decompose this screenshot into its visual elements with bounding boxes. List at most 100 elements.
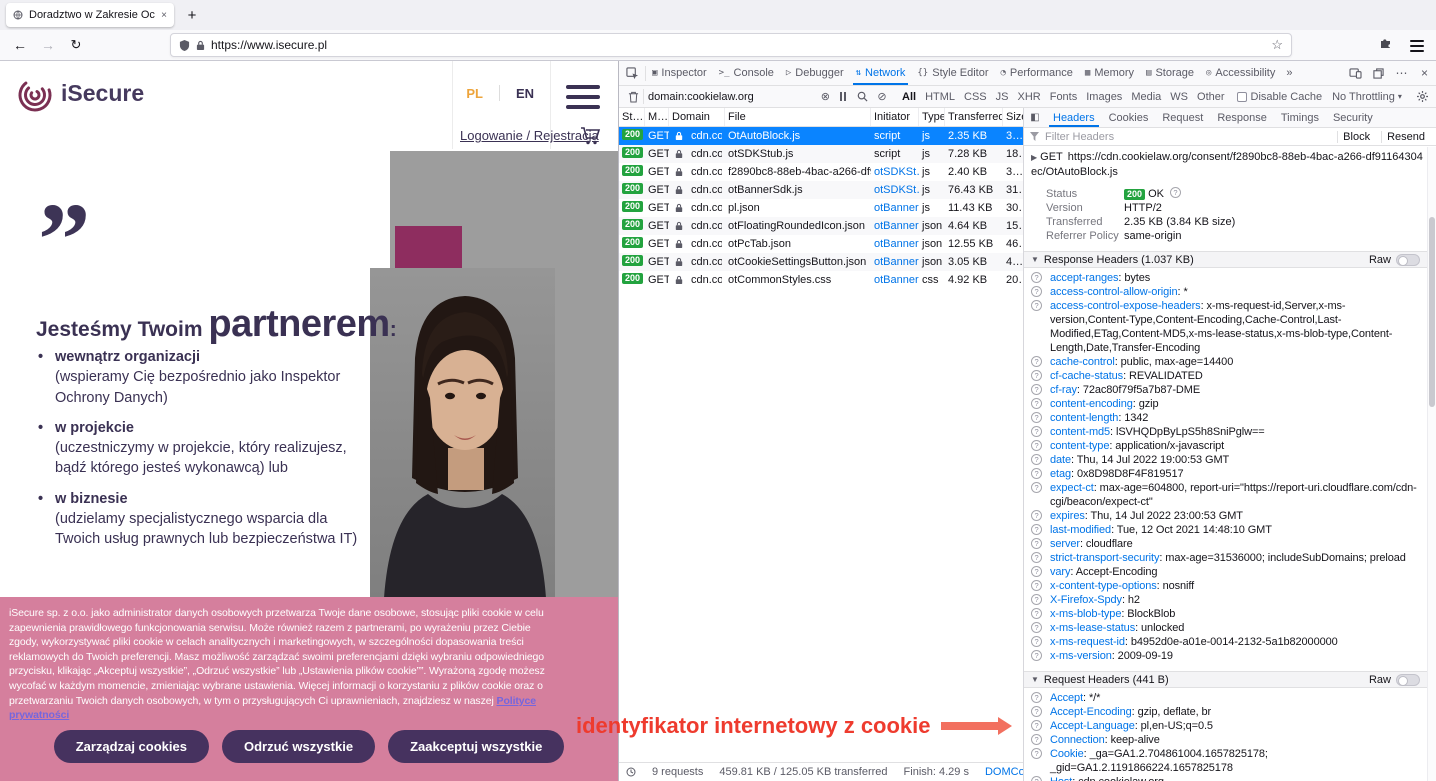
help-icon[interactable]: ? bbox=[1031, 734, 1042, 745]
throttling-select[interactable]: No Throttling ▾ bbox=[1332, 91, 1402, 103]
help-icon[interactable]: ? bbox=[1031, 482, 1042, 493]
devtools-panel-tab[interactable]: ▤ Storage bbox=[1140, 61, 1200, 85]
split-panel-icon[interactable]: ◧ bbox=[1024, 112, 1046, 123]
header-row[interactable]: ?Hostcdn.cookielaw.org bbox=[1024, 775, 1427, 781]
help-icon[interactable]: ? bbox=[1031, 426, 1042, 437]
column-header[interactable]: Size bbox=[1003, 108, 1023, 126]
forward-button[interactable]: → bbox=[36, 33, 60, 57]
header-row[interactable]: ?x-ms-lease-statusunlocked bbox=[1024, 621, 1427, 635]
help-icon[interactable]: ? bbox=[1031, 440, 1042, 451]
header-row[interactable]: ?x-ms-request-idb4952d0e-a01e-0014-2132-… bbox=[1024, 635, 1427, 649]
lang-pl-button[interactable]: PL bbox=[466, 86, 483, 101]
collapse-triangle-icon[interactable]: ▼ bbox=[1031, 675, 1039, 684]
devtools-close-icon[interactable]: × bbox=[1413, 66, 1436, 80]
url-text[interactable]: https://www.isecure.pl bbox=[211, 38, 1265, 52]
help-icon[interactable]: ? bbox=[1031, 748, 1042, 759]
header-row[interactable]: ?content-md5lSVHQDpByLpS5h8SniPglw== bbox=[1024, 425, 1427, 439]
header-row[interactable]: ?cache-controlpublic, max-age=14400 bbox=[1024, 355, 1427, 369]
request-row[interactable]: 200 GET cdn.co… otCookieSettingsButton.j… bbox=[619, 253, 1023, 271]
help-icon[interactable]: ? bbox=[1031, 510, 1042, 521]
header-row[interactable]: ?Accept-Encodinggzip, deflate, br bbox=[1024, 705, 1427, 719]
header-row[interactable]: ?content-encodinggzip bbox=[1024, 397, 1427, 411]
devtools-panel-tab[interactable]: ◔ Performance bbox=[994, 61, 1078, 85]
help-icon[interactable]: ? bbox=[1031, 622, 1042, 633]
column-header[interactable]: Type bbox=[919, 108, 945, 126]
help-icon[interactable]: ? bbox=[1031, 398, 1042, 409]
details-tab[interactable]: Headers bbox=[1046, 108, 1102, 127]
column-header[interactable]: Initiator bbox=[871, 108, 919, 126]
checkbox-icon[interactable] bbox=[1237, 92, 1247, 102]
type-filter-button[interactable]: Media bbox=[1127, 90, 1165, 104]
devtools-panel-tab[interactable]: ▷ Debugger bbox=[780, 61, 850, 85]
block-button[interactable]: Block bbox=[1337, 131, 1375, 143]
header-row[interactable]: ?content-length1342 bbox=[1024, 411, 1427, 425]
header-row[interactable]: ?varyAccept-Encoding bbox=[1024, 565, 1427, 579]
header-row[interactable]: ?x-content-type-optionsnosniff bbox=[1024, 579, 1427, 593]
pause-recording-icon[interactable] bbox=[834, 92, 852, 101]
help-icon[interactable]: ? bbox=[1031, 272, 1042, 283]
header-row[interactable]: ?Connectionkeep-alive bbox=[1024, 733, 1427, 747]
new-tab-button[interactable]: + bbox=[180, 3, 204, 27]
header-row[interactable]: ?x-ms-blob-typeBlockBlob bbox=[1024, 607, 1427, 621]
header-row[interactable]: ?expect-ctmax-age=604800, report-uri="ht… bbox=[1024, 481, 1427, 509]
scrollbar[interactable] bbox=[1427, 147, 1436, 781]
help-icon[interactable]: ? bbox=[1031, 776, 1042, 781]
reload-button[interactable]: ↻ bbox=[64, 33, 88, 57]
column-header[interactable]: File bbox=[725, 108, 871, 126]
request-row[interactable]: 200 GET cdn.co… otSDKStub.js script js 7… bbox=[619, 145, 1023, 163]
help-icon[interactable]: ? bbox=[1031, 412, 1042, 423]
tracking-protection-shield-icon[interactable] bbox=[179, 39, 190, 52]
column-header[interactable]: Domain bbox=[669, 108, 725, 126]
clear-requests-icon[interactable] bbox=[623, 91, 643, 103]
site-menu-button[interactable] bbox=[566, 85, 600, 115]
request-row[interactable]: 200 GET cdn.co… OtAutoBlock.js script js… bbox=[619, 127, 1023, 145]
lang-en-button[interactable]: EN bbox=[516, 86, 534, 101]
header-row[interactable]: ?Accept-Languagepl,en-US;q=0.5 bbox=[1024, 719, 1427, 733]
header-row[interactable]: ?X-Firefox-Spdyh2 bbox=[1024, 593, 1427, 607]
tab-close-icon[interactable]: × bbox=[161, 10, 167, 21]
network-settings-gear-icon[interactable] bbox=[1412, 91, 1432, 102]
type-filter-button[interactable]: HTML bbox=[921, 90, 959, 104]
column-header[interactable]: Transferred bbox=[945, 108, 1003, 126]
devtools-panel-tab[interactable]: {} Style Editor bbox=[911, 61, 994, 85]
filter-headers-input[interactable]: Filter Headers bbox=[1045, 131, 1331, 143]
request-headers-section[interactable]: ▼ Request Headers (441 B) Raw bbox=[1024, 671, 1427, 688]
help-icon[interactable]: ? bbox=[1031, 370, 1042, 381]
request-row[interactable]: 200 GET cdn.co… otFloatingRoundedIcon.js… bbox=[619, 217, 1023, 235]
help-icon[interactable]: ? bbox=[1031, 524, 1042, 535]
help-icon[interactable]: ? bbox=[1031, 356, 1042, 367]
request-filter-value[interactable]: domain:cookielaw.org bbox=[648, 91, 816, 103]
help-icon[interactable]: ? bbox=[1031, 454, 1042, 465]
separate-window-icon[interactable] bbox=[1367, 68, 1390, 79]
help-icon[interactable]: ? bbox=[1031, 552, 1042, 563]
devtools-panel-tab[interactable]: ▣ Inspector bbox=[646, 61, 713, 85]
cookie-consent-button[interactable]: Zarządzaj cookies bbox=[54, 730, 209, 763]
help-icon[interactable]: ? bbox=[1031, 538, 1042, 549]
help-icon[interactable]: ? bbox=[1031, 286, 1042, 297]
cookie-consent-button[interactable]: Odrzuć wszystkie bbox=[222, 730, 375, 763]
header-row[interactable]: ?strict-transport-securitymax-age=315360… bbox=[1024, 551, 1427, 565]
devtools-panel-tab[interactable]: >_ Console bbox=[713, 61, 780, 85]
type-filter-button[interactable]: JS bbox=[992, 90, 1013, 104]
help-icon[interactable]: ? bbox=[1031, 650, 1042, 661]
help-icon[interactable]: ? bbox=[1031, 692, 1042, 703]
type-filter-button[interactable]: Other bbox=[1193, 90, 1229, 104]
header-row[interactable]: ?servercloudflare bbox=[1024, 537, 1427, 551]
request-url-row[interactable]: ▶GEThttps://cdn.cookielaw.org/consent/f2… bbox=[1024, 146, 1427, 180]
details-tab[interactable]: Cookies bbox=[1102, 108, 1156, 127]
request-row[interactable]: 200 GET cdn.co… otBannerSdk.js otSDKSt… … bbox=[619, 181, 1023, 199]
type-filter-button[interactable]: Images bbox=[1082, 90, 1126, 104]
bookmark-star-icon[interactable]: ☆ bbox=[1271, 37, 1283, 53]
header-row[interactable]: ?etag0x8D98D8F4F819517 bbox=[1024, 467, 1427, 481]
response-headers-section[interactable]: ▼ Response Headers (1.037 KB) Raw bbox=[1024, 251, 1427, 268]
more-panels-icon[interactable]: » bbox=[1281, 67, 1297, 79]
help-icon[interactable]: ? bbox=[1031, 566, 1042, 577]
header-row[interactable]: ?access-control-allow-origin* bbox=[1024, 285, 1427, 299]
responsive-design-mode-icon[interactable] bbox=[1344, 68, 1367, 79]
devtools-panel-tab[interactable]: ▦ Memory bbox=[1079, 61, 1140, 85]
raw-toggle[interactable] bbox=[1396, 674, 1420, 686]
help-icon[interactable]: ? bbox=[1031, 720, 1042, 731]
details-tab[interactable]: Security bbox=[1326, 108, 1380, 127]
site-logo[interactable]: iSecure bbox=[14, 73, 144, 113]
type-filter-button[interactable]: Fonts bbox=[1046, 90, 1082, 104]
